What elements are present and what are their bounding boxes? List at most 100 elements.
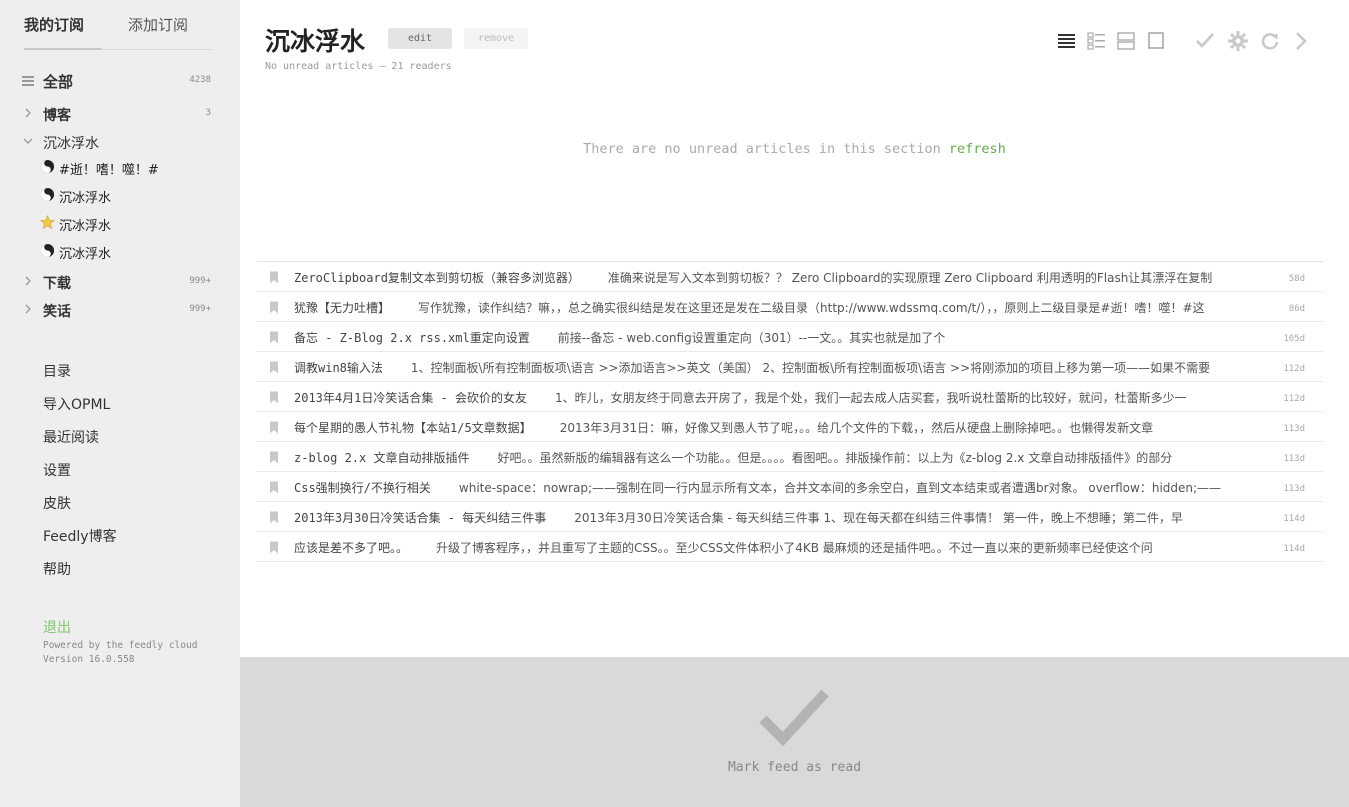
article-text[interactable]: 2013年3月30日冷笑话合集 - 每天纠结三件事 2013年3月30日冷笑话合集… [294,509,1274,526]
full-article-view-icon[interactable] [1145,30,1167,52]
sidebar-item-category[interactable]: 博客 3 [0,101,240,127]
article-age: 113d [1283,484,1305,494]
bookmark-icon[interactable] [269,391,279,404]
article-row[interactable]: z-blog 2.x 文章自动排版插件 好吧。。虽然新版的编辑器有这么一个功能。。… [257,442,1323,472]
article-text[interactable]: 犹豫【无力吐槽】 写作犹豫，读作纠结？嘛，，总之确实很纠结是发在这里还是发在二级目… [294,299,1274,316]
article-text[interactable]: 调教win8输入法 1、控制面板\所有控制面板项\语言 >>添加语言>>英文（美国… [294,359,1274,376]
version-text: Version 16.0.558 [43,654,135,665]
unread-count: 4238 [189,75,211,85]
article-age: 114d [1283,514,1305,524]
article-age: 105d [1283,334,1305,344]
sidebar-feed-item[interactable]: 沉冰浮水 [0,211,240,235]
mark-feed-read-label[interactable]: Mark feed as read [240,760,1349,775]
sidebar-feed-item[interactable]: #逝！嗜！噬！# [0,155,240,179]
bookmark-icon[interactable] [269,511,279,524]
star-icon [40,215,55,229]
article-text[interactable]: 每个星期的愚人节礼物【本站1/5文章数据】 2013年3月31日：嘛，好像又到愚人… [294,419,1274,436]
tab-add-subscription[interactable]: 添加订阅 [128,14,188,35]
refresh-link[interactable]: refresh [949,141,1006,157]
feed-label: 沉冰浮水 [59,247,112,262]
chevron-right-icon[interactable] [22,303,34,315]
article-snippet: 2013年3月30日冷笑话合集 - 每天纠结三件事 1、现在每天都在纠结三件事情… [574,511,1183,525]
bookmark-icon[interactable] [269,541,279,554]
main-panel: 沉冰浮水 edit remove No unread articles — 21… [240,0,1349,807]
sidebar-feed-item[interactable]: 沉冰浮水 [0,183,240,207]
tab-my-subscriptions[interactable]: 我的订阅 [24,14,84,35]
big-checkmark-icon[interactable] [759,685,831,749]
feed-label: 沉冰浮水 [59,191,112,206]
article-snippet: 1、控制面板\所有控制面板项\语言 >>添加语言>>英文（美国） 2、控制面板\… [410,361,1211,375]
article-row[interactable]: 调教win8输入法 1、控制面板\所有控制面板项\语言 >>添加语言>>英文（美国… [257,352,1323,382]
gear-icon[interactable] [1227,30,1249,52]
article-title[interactable]: 2013年4月1日冷笑话合集 - 会砍价的女友 [294,391,527,405]
chevron-right-icon[interactable] [22,275,34,287]
bookmark-icon[interactable] [269,361,279,374]
article-text[interactable]: 应该是差不多了吧。。 升级了博客程序，，并且重写了主题的CSS。。至少CSS文件体… [294,539,1274,556]
article-snippet: 2013年3月31日：嘛，好像又到愚人节了呢，。。给几个文件的下载，，然后从硬盘… [559,421,1154,435]
edit-button[interactable]: edit [388,28,452,49]
yin-yang-icon [40,243,55,258]
article-age: 112d [1283,364,1305,374]
article-title[interactable]: 应该是差不多了吧。。 [294,541,408,555]
logout-link[interactable]: 退出 [43,617,71,637]
article-title[interactable]: z-blog 2.x 文章自动排版插件 [294,451,469,465]
refresh-icon[interactable] [1259,30,1281,52]
menu-item-settings[interactable]: 设置 [43,460,71,480]
sidebar-item-all[interactable]: 全部 4238 [0,68,240,94]
article-title[interactable]: Css强制换行/不换行相关 [294,481,431,495]
article-row[interactable]: 犹豫【无力吐槽】 写作犹豫，读作纠结？嘛，，总之确实很纠结是发在这里还是发在二级目… [257,292,1323,322]
sidebar-item-label: 下载 [43,276,71,292]
article-title[interactable]: 2013年3月30日冷笑话合集 - 每天纠结三件事 [294,511,546,525]
sidebar-item-category[interactable]: 下载 999+ [0,269,240,295]
article-title[interactable]: 犹豫【无力吐槽】 [294,301,390,315]
menu-item-import-opml[interactable]: 导入OPML [43,394,110,414]
article-row[interactable]: 2013年4月1日冷笑话合集 - 会砍价的女友 1、昨儿，女朋友终于同意去开房了，… [257,382,1323,412]
menu-item-themes[interactable]: 皮肤 [43,493,71,513]
article-age: 58d [1288,274,1305,284]
article-row[interactable]: 备忘 - Z-Blog 2.x rss.xml重定向设置 前接--备忘 - web… [257,322,1323,352]
list-view-icon[interactable] [1055,30,1077,52]
sidebar-item-label: 全部 [43,73,74,91]
magazine-view-icon[interactable] [1085,30,1107,52]
menu-item-recently-read[interactable]: 最近阅读 [43,427,99,447]
sidebar-feed-item[interactable]: 沉冰浮水 [0,239,240,263]
next-arrow-icon[interactable] [1290,30,1312,52]
bookmark-icon[interactable] [269,301,279,314]
article-age: 86d [1288,304,1305,314]
article-text[interactable]: z-blog 2.x 文章自动排版插件 好吧。。虽然新版的编辑器有这么一个功能。。… [294,449,1274,466]
sidebar-item-category[interactable]: 笑话 999+ [0,297,240,323]
article-snippet: 好吧。。虽然新版的编辑器有这么一个功能。。但是。。。。看图吧。。排版操作前：以上… [497,451,1173,465]
yin-yang-icon [40,187,55,202]
bookmark-icon[interactable] [269,271,279,284]
bookmark-icon[interactable] [269,421,279,434]
article-row[interactable]: 应该是差不多了吧。。 升级了博客程序，，并且重写了主题的CSS。。至少CSS文件体… [257,532,1323,562]
article-row[interactable]: Css强制换行/不换行相关 white-space：nowrap;——强制在同一行… [257,472,1323,502]
article-title[interactable]: ZeroClipboard复制文本到剪切板（兼容多浏览器） [294,271,580,285]
article-text[interactable]: Css强制换行/不换行相关 white-space：nowrap;——强制在同一行… [294,479,1274,496]
bookmark-icon[interactable] [269,481,279,494]
menu-item-help[interactable]: 帮助 [43,559,71,579]
article-row[interactable]: 每个星期的愚人节礼物【本站1/5文章数据】 2013年3月31日：嘛，好像又到愚人… [257,412,1323,442]
checkmark-icon[interactable] [1194,30,1216,52]
mark-read-footer[interactable]: Mark feed as read [240,657,1349,807]
bookmark-icon[interactable] [269,451,279,464]
article-text[interactable]: 2013年4月1日冷笑话合集 - 会砍价的女友 1、昨儿，女朋友终于同意去开房了，… [294,389,1274,406]
article-snippet: white-space：nowrap;——强制在同一行内显示所有文本，合并文本间… [458,481,1222,495]
article-row[interactable]: ZeroClipboard复制文本到剪切板（兼容多浏览器） 准确来说是写入文本到剪… [257,262,1323,292]
sidebar-item-category[interactable]: 沉冰浮水 [0,129,240,155]
article-title[interactable]: 每个星期的愚人节礼物【本站1/5文章数据】 [294,421,532,435]
bookmark-icon[interactable] [269,331,279,344]
article-title[interactable]: 备忘 - Z-Blog 2.x rss.xml重定向设置 [294,331,530,345]
article-row[interactable]: 2013年3月30日冷笑话合集 - 每天纠结三件事 2013年3月30日冷笑话合集… [257,502,1323,532]
article-snippet: 1、昨儿，女朋友终于同意去开房了，我是个处，我们一起去成人店买套，我听说杜蕾斯的… [555,391,1187,405]
chevron-right-icon[interactable] [22,107,34,119]
menu-item-feedly-blog[interactable]: Feedly博客 [43,526,117,546]
card-view-icon[interactable] [1115,30,1137,52]
article-text[interactable]: 备忘 - Z-Blog 2.x rss.xml重定向设置 前接--备忘 - web… [294,329,1274,346]
article-title[interactable]: 调教win8输入法 [294,361,383,375]
remove-button[interactable]: remove [464,28,528,49]
article-text[interactable]: ZeroClipboard复制文本到剪切板（兼容多浏览器） 准确来说是写入文本到剪… [294,269,1274,286]
chevron-down-icon[interactable] [22,135,34,147]
empty-state-message: There are no unread articles in this sec… [240,141,1349,157]
menu-item-directory[interactable]: 目录 [43,361,71,381]
